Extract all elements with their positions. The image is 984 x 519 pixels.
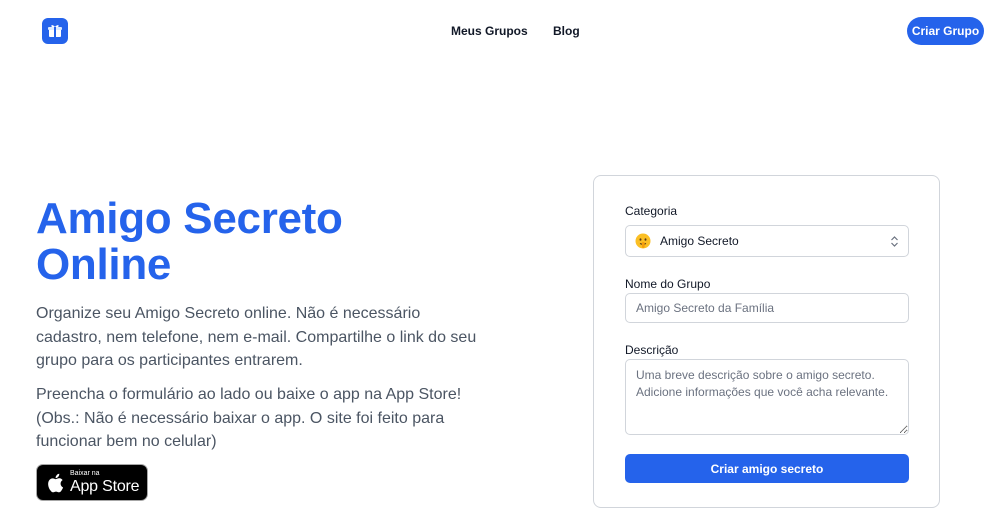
app-store-badge[interactable]: Baixar na App Store <box>36 464 148 501</box>
hero-description: Organize seu Amigo Secreto online. Não é… <box>36 305 477 369</box>
description-label: Descrição <box>625 343 679 357</box>
group-name-label: Nome do Grupo <box>625 277 711 291</box>
nav-meus-grupos[interactable]: Meus Grupos <box>451 24 528 38</box>
nav-blog[interactable]: Blog <box>553 24 580 38</box>
category-value: Amigo Secreto <box>660 234 739 248</box>
category-select[interactable]: Amigo Secreto <box>625 225 909 257</box>
appstore-small-text: Baixar na <box>70 470 100 477</box>
description-textarea[interactable] <box>625 359 909 435</box>
apple-icon <box>48 473 64 492</box>
hero-instructions: Preencha o formulário ao lado ou baixe o… <box>36 386 462 450</box>
criar-amigo-secreto-button[interactable]: Criar amigo secreto <box>625 454 909 483</box>
chevron-updown-icon <box>891 236 898 247</box>
group-name-input[interactable] <box>625 293 909 323</box>
create-group-form: Categoria Amigo Secreto Nome do Grupo De… <box>593 175 940 508</box>
appstore-big-text: App Store <box>70 478 140 495</box>
main-nav: Meus Grupos Blog <box>0 24 984 40</box>
page-title: Amigo Secreto Online <box>36 194 343 289</box>
shushing-face-icon <box>635 233 651 249</box>
criar-grupo-button[interactable]: Criar Grupo <box>907 17 984 45</box>
category-label: Categoria <box>625 204 678 218</box>
